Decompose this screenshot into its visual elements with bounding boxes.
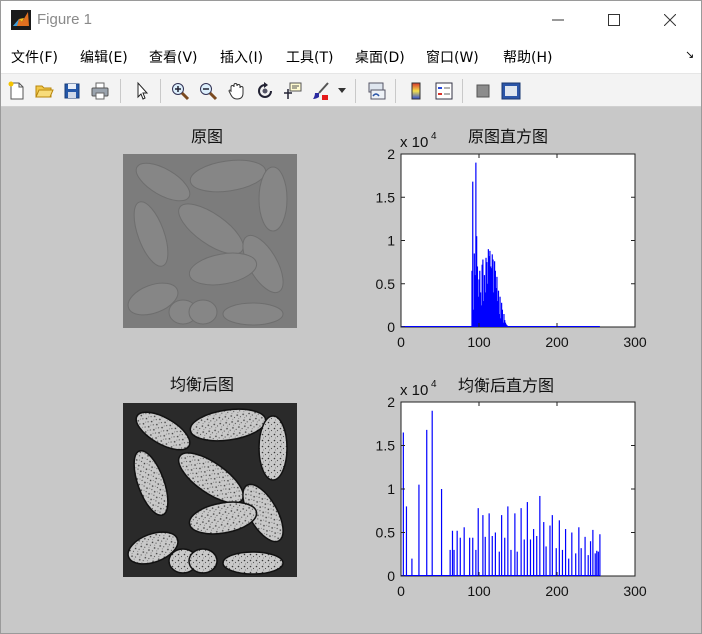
rotate-3d-icon bbox=[258, 82, 272, 98]
brush-dropdown-button[interactable] bbox=[336, 79, 348, 103]
matlab-figure-icon bbox=[11, 10, 31, 30]
link-plot-button[interactable] bbox=[364, 79, 388, 103]
close-button[interactable] bbox=[643, 1, 697, 39]
menu-edit[interactable]: 编辑(E) bbox=[80, 47, 128, 67]
figure-window: Figure 1 文件(F) 编辑(E) 查看(V) 插入(I) 工具(T) 桌… bbox=[0, 0, 702, 634]
pan-button[interactable] bbox=[224, 79, 248, 103]
toolbar-separator bbox=[120, 79, 121, 103]
minimize-button[interactable] bbox=[531, 1, 585, 39]
y-exponent-label: x 10 bbox=[400, 382, 428, 399]
maximize-button[interactable] bbox=[587, 1, 641, 39]
hide-plot-tools-button[interactable] bbox=[471, 79, 495, 103]
x-tick-label: 200 bbox=[545, 583, 569, 599]
insert-colorbar-button[interactable] bbox=[404, 79, 428, 103]
open-file-button[interactable] bbox=[32, 79, 56, 103]
menu-desktop[interactable]: 桌面(D) bbox=[355, 47, 405, 67]
zoom-out-button[interactable] bbox=[196, 79, 220, 103]
x-tick-label: 100 bbox=[467, 583, 491, 599]
show-plot-tools-icon bbox=[501, 82, 521, 100]
edit-plot-button[interactable] bbox=[130, 79, 154, 103]
edit-plot-arrow-icon bbox=[137, 81, 149, 100]
insert-legend-button[interactable] bbox=[432, 79, 456, 103]
menu-file[interactable]: 文件(F) bbox=[11, 47, 58, 67]
brush-icon bbox=[313, 82, 329, 100]
menu-tools[interactable]: 工具(T) bbox=[286, 47, 333, 67]
y-tick-label: 0.5 bbox=[376, 525, 396, 541]
y-tick-label: 1.5 bbox=[376, 438, 396, 454]
new-figure-icon bbox=[8, 81, 24, 100]
toolbar-separator bbox=[462, 79, 463, 103]
print-icon bbox=[91, 82, 109, 100]
maximize-icon bbox=[608, 14, 620, 26]
x-tick-label: 0 bbox=[397, 583, 405, 599]
window-title: Figure 1 bbox=[37, 11, 93, 28]
zoom-in-icon bbox=[172, 83, 190, 101]
toolbar-separator bbox=[160, 79, 161, 103]
equalized-histogram-chart[interactable]: 0 100 200 300 0 0.5 1 1.5 2 x 10 4 bbox=[1, 108, 701, 628]
save-icon bbox=[64, 83, 80, 99]
new-figure-button[interactable] bbox=[5, 79, 29, 103]
menu-bar: 文件(F) 编辑(E) 查看(V) 插入(I) 工具(T) 桌面(D) 窗口(W… bbox=[1, 39, 701, 73]
menubar-dock-arrow[interactable]: ↘ bbox=[685, 48, 694, 61]
zoom-in-button[interactable] bbox=[168, 79, 192, 103]
menu-view[interactable]: 查看(V) bbox=[149, 47, 198, 67]
menu-insert[interactable]: 插入(I) bbox=[220, 47, 263, 67]
open-file-icon bbox=[35, 85, 54, 98]
data-cursor-button[interactable] bbox=[281, 79, 305, 103]
menu-help[interactable]: 帮助(H) bbox=[503, 47, 552, 67]
brush-dropdown-icon bbox=[338, 88, 346, 93]
close-icon bbox=[664, 14, 676, 26]
link-plot-icon bbox=[368, 82, 386, 100]
data-cursor-icon bbox=[284, 82, 302, 99]
hide-plot-tools-icon bbox=[476, 84, 490, 98]
title-bar: Figure 1 bbox=[1, 1, 701, 39]
toolbar-separator bbox=[395, 79, 396, 103]
y-tick-label: 2 bbox=[387, 394, 395, 410]
y-tick-label: 0 bbox=[387, 568, 395, 584]
y-exponent-power: 4 bbox=[431, 379, 437, 390]
pan-hand-icon bbox=[228, 82, 244, 100]
toolbar-separator bbox=[355, 79, 356, 103]
zoom-out-icon bbox=[200, 83, 218, 101]
print-button[interactable] bbox=[88, 79, 112, 103]
insert-legend-icon bbox=[435, 82, 453, 100]
figure-toolbar bbox=[1, 73, 701, 107]
rotate-3d-button[interactable] bbox=[253, 79, 277, 103]
figure-canvas[interactable]: 原图 均衡后图 原图直方图 均衡后直方图 0 100 200 300 0 0.5… bbox=[1, 108, 701, 633]
insert-colorbar-icon bbox=[411, 82, 421, 100]
x-tick-label: 300 bbox=[623, 583, 647, 599]
show-plot-tools-button[interactable] bbox=[499, 79, 523, 103]
minimize-icon bbox=[552, 19, 564, 21]
save-button[interactable] bbox=[60, 79, 84, 103]
brush-button[interactable] bbox=[309, 79, 333, 103]
menu-window[interactable]: 窗口(W) bbox=[426, 47, 479, 67]
y-tick-label: 1 bbox=[387, 481, 395, 497]
